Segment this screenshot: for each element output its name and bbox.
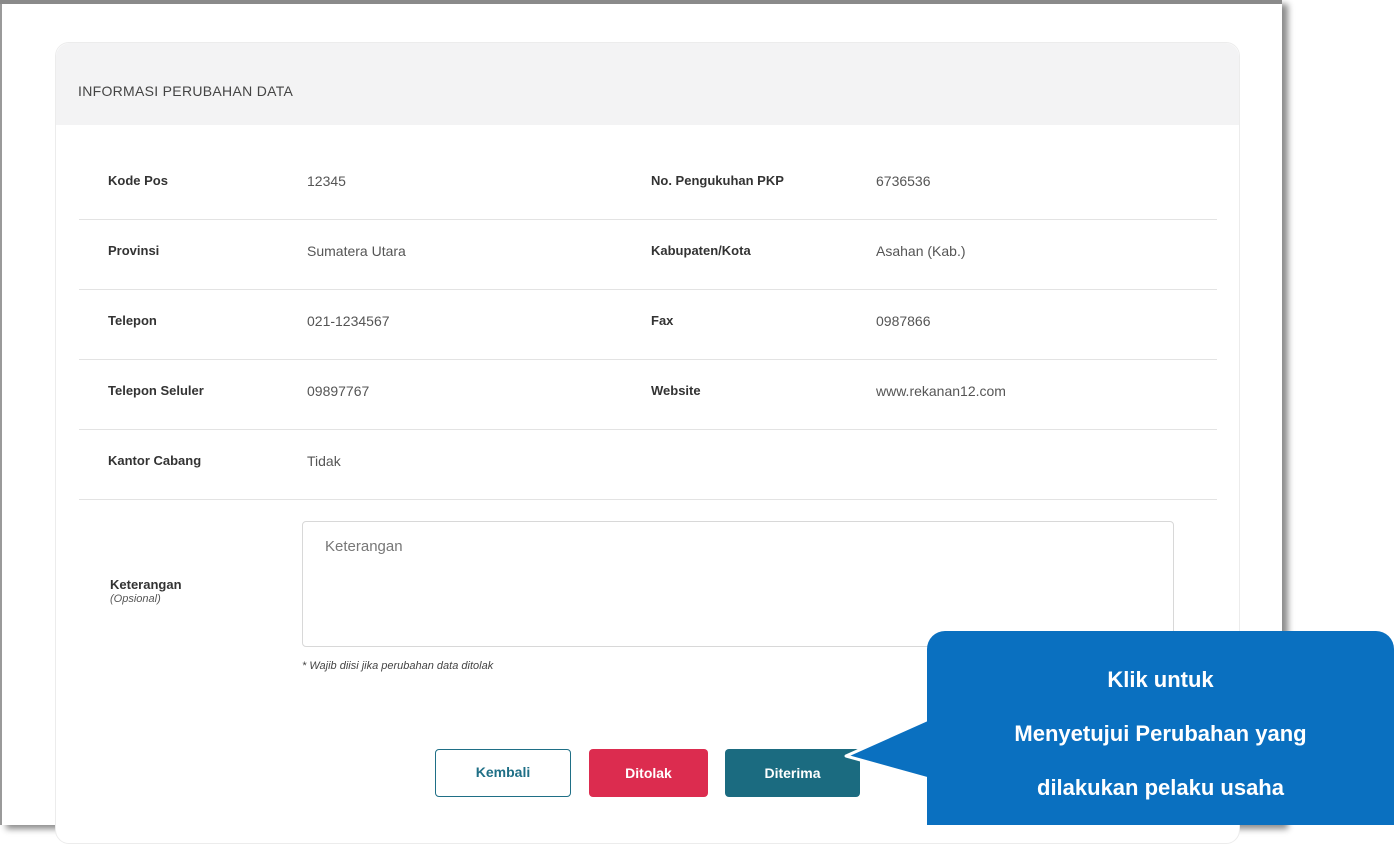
label-website: Website bbox=[651, 383, 701, 398]
value-provinsi: Sumatera Utara bbox=[307, 243, 406, 259]
table-row: Kode Pos 12345 No. Pengukuhan PKP 673653… bbox=[79, 149, 1217, 220]
label-telepon: Telepon bbox=[108, 313, 157, 328]
callout-pointer-icon bbox=[844, 714, 940, 784]
label-kode-pos: Kode Pos bbox=[108, 173, 168, 188]
table-row: Kantor Cabang Tidak bbox=[79, 429, 1217, 500]
callout-line-2: Menyetujui Perubahan yang bbox=[1014, 721, 1307, 746]
value-website: www.rekanan12.com bbox=[876, 383, 1006, 399]
keterangan-placeholder: Keterangan bbox=[325, 538, 403, 555]
callout-line-3: dilakukan pelaku usaha bbox=[1037, 775, 1284, 800]
keterangan-textarea[interactable]: Keterangan bbox=[302, 521, 1174, 647]
value-kode-pos: 12345 bbox=[307, 173, 346, 189]
label-kantor-cabang: Kantor Cabang bbox=[108, 453, 202, 468]
label-kabupaten-kota: Kabupaten/Kota bbox=[651, 243, 751, 258]
value-telepon-seluler: 09897767 bbox=[307, 383, 370, 399]
table-row: Telepon 021-1234567 Fax 0987866 bbox=[79, 289, 1217, 360]
label-provinsi: Provinsi bbox=[108, 243, 160, 258]
kembali-button[interactable]: Kembali bbox=[435, 749, 571, 797]
callout-tooltip: Klik untuk Menyetujui Perubahan yang dil… bbox=[927, 631, 1394, 825]
value-kabupaten-kota: Asahan (Kab.) bbox=[876, 243, 966, 259]
value-no-pengukuhan-pkp: 6736536 bbox=[876, 173, 931, 189]
keterangan-hint: * Wajib diisi jika perubahan data ditola… bbox=[302, 660, 494, 672]
card-header-title: INFORMASI PERUBAHAN DATA bbox=[56, 43, 1239, 125]
ditolak-button[interactable]: Ditolak bbox=[589, 749, 708, 797]
label-no-pengukuhan-pkp: No. Pengukuhan PKP bbox=[651, 173, 784, 188]
callout-line-1: Klik untuk bbox=[1107, 667, 1214, 692]
value-fax: 0987866 bbox=[876, 313, 931, 329]
value-telepon: 021-1234567 bbox=[307, 313, 390, 329]
keterangan-optional-label: (Opsional) bbox=[110, 593, 161, 605]
table-row: Telepon Seluler 09897767 Website www.rek… bbox=[79, 359, 1217, 430]
label-telepon-seluler: Telepon Seluler bbox=[108, 383, 204, 398]
keterangan-label: Keterangan bbox=[110, 577, 182, 592]
label-fax: Fax bbox=[651, 313, 674, 328]
table-row: Provinsi Sumatera Utara Kabupaten/Kota A… bbox=[79, 219, 1217, 290]
value-kantor-cabang: Tidak bbox=[307, 453, 341, 469]
